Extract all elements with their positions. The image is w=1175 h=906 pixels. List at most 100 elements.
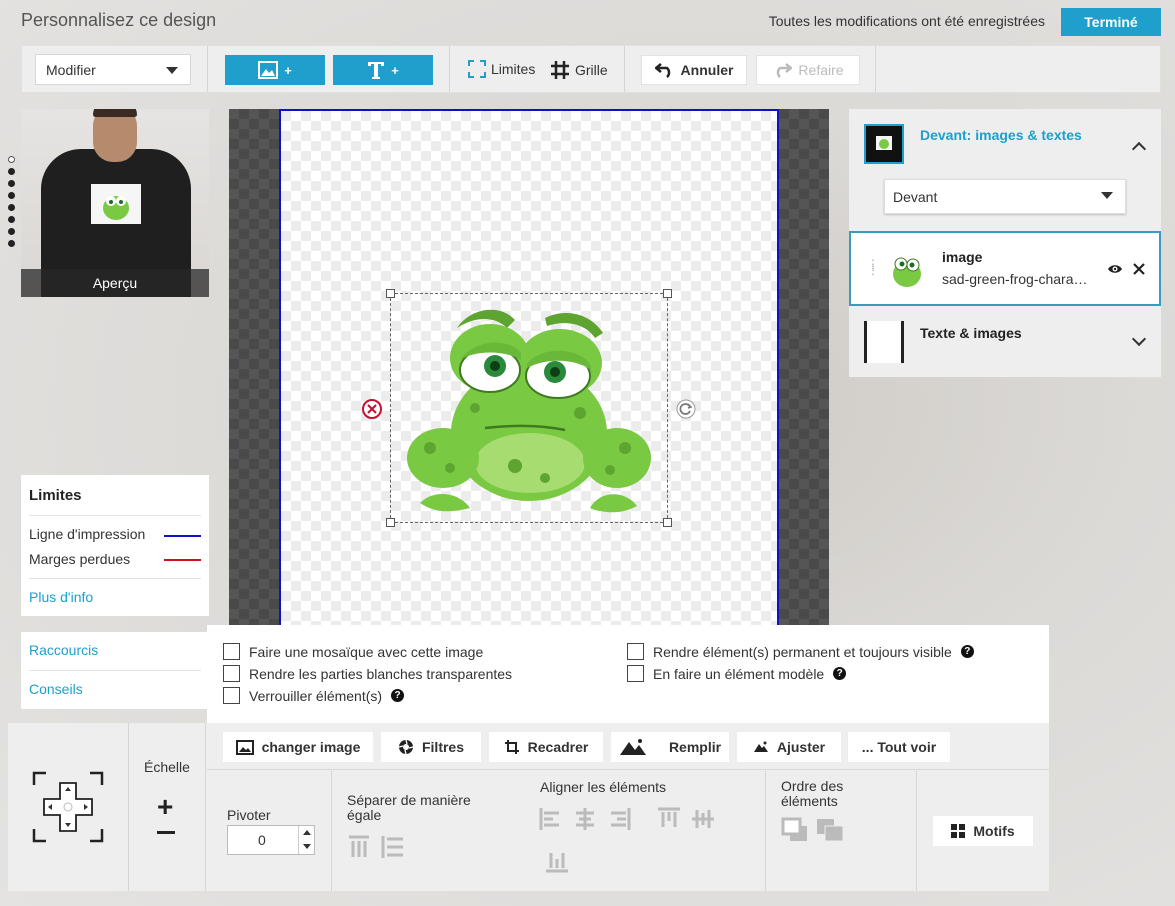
fill-button[interactable]: Remplir	[611, 732, 729, 762]
align-bottom-icon[interactable]	[545, 849, 569, 873]
redo-button[interactable]: Refaire	[756, 55, 860, 85]
motifs-button[interactable]: Motifs	[933, 816, 1033, 846]
distribute-horizontal-icon[interactable]	[348, 835, 370, 859]
layer-item-text-images[interactable]: Texte & images	[849, 312, 1161, 372]
rotate-label: Pivoter	[227, 807, 271, 823]
side-select-value: Devant	[893, 189, 938, 205]
eye-icon[interactable]	[1107, 263, 1123, 275]
distribute-label: Séparer de manière égale	[347, 792, 471, 823]
help-icon[interactable]: ?	[960, 645, 974, 658]
more-info-link[interactable]: Plus d'info	[29, 589, 93, 605]
rotate-value: 0	[258, 832, 266, 848]
permanent-label: Rendre élément(s) permanent et toujours …	[653, 643, 952, 660]
permanent-checkbox[interactable]	[627, 643, 644, 660]
layers-panel: Devant: images & textes Devant ⋮ ⋮ image …	[849, 109, 1161, 377]
add-text-button[interactable]: +	[333, 55, 433, 85]
change-image-button[interactable]: changer image	[223, 732, 373, 762]
add-text-plus: +	[391, 62, 399, 78]
rotate-input[interactable]: 0	[227, 825, 315, 855]
nudge-pad-icon[interactable]	[32, 771, 104, 843]
transparent-label: Rendre les parties blanches transparente…	[249, 665, 513, 682]
option-transparent[interactable]: Rendre les parties blanches transparente…	[223, 665, 512, 682]
preview-label: Aperçu	[21, 269, 209, 297]
help-icon[interactable]: ?	[833, 667, 847, 680]
pager-dot[interactable]	[8, 180, 15, 187]
rotate-handle-icon[interactable]	[676, 399, 696, 419]
limits-toggle[interactable]: Limites	[468, 60, 535, 78]
send-backward-icon[interactable]	[781, 817, 809, 843]
spin-down-icon[interactable]	[303, 844, 311, 849]
lock-checkbox[interactable]	[223, 687, 240, 704]
option-mosaic[interactable]: Faire une mosaïque avec cette image	[223, 643, 483, 660]
pager-dot[interactable]	[8, 168, 15, 175]
spin-up-icon[interactable]	[303, 830, 311, 835]
model-hair	[93, 109, 137, 117]
filters-label: Filtres	[421, 739, 464, 755]
chevron-down-icon[interactable]	[1131, 331, 1147, 347]
pager-dot[interactable]	[8, 228, 15, 235]
chevron-up-icon[interactable]	[1131, 141, 1147, 157]
spinner[interactable]	[298, 826, 314, 854]
delete-element-icon[interactable]	[362, 399, 382, 419]
image-icon	[235, 739, 254, 755]
fill-label: Remplir	[668, 739, 722, 755]
grid-toggle[interactable]: Grille	[550, 60, 608, 80]
resize-handle-sw[interactable]	[386, 518, 395, 527]
align-center-icon[interactable]	[573, 807, 597, 831]
undo-button[interactable]: Annuler	[641, 55, 747, 85]
caret-down-icon	[1101, 192, 1113, 199]
section-title[interactable]: Devant: images & textes	[920, 127, 1082, 143]
adjust-button[interactable]: Ajuster	[737, 732, 841, 762]
shortcuts-link[interactable]: Raccourcis	[29, 642, 98, 658]
filters-button[interactable]: Filtres	[381, 732, 481, 762]
scale-down-icon[interactable]	[157, 831, 175, 834]
option-permanent[interactable]: Rendre élément(s) permanent et toujours …	[627, 643, 974, 660]
pager-dot[interactable]	[8, 192, 15, 199]
align-top-icon[interactable]	[657, 807, 681, 831]
selection-box[interactable]	[386, 289, 672, 527]
help-icon[interactable]: ?	[391, 689, 405, 702]
option-template[interactable]: En faire un élément modèle ?	[627, 665, 847, 682]
print-line-swatch	[164, 535, 201, 537]
pager-dot[interactable]	[8, 240, 15, 247]
add-image-button[interactable]: +	[225, 55, 325, 85]
side-select[interactable]: Devant	[884, 179, 1126, 214]
see-all-label: ... Tout voir	[861, 739, 937, 755]
bring-forward-icon[interactable]	[815, 817, 845, 843]
divider	[331, 771, 332, 891]
drag-handle-icon[interactable]: ⋮ ⋮	[867, 258, 879, 276]
pager-dot[interactable]	[8, 204, 15, 211]
front-thumbnail[interactable]	[864, 124, 904, 164]
resize-handle-ne[interactable]	[663, 289, 672, 298]
scale-up-icon[interactable]: +	[157, 791, 173, 823]
crop-label: Recadrer	[527, 739, 589, 755]
resize-handle-se[interactable]	[663, 518, 672, 527]
close-icon[interactable]	[1133, 263, 1145, 275]
template-checkbox[interactable]	[627, 665, 644, 682]
divider	[29, 670, 201, 671]
divider	[207, 46, 208, 92]
align-middle-icon[interactable]	[691, 807, 715, 831]
done-button[interactable]: Terminé	[1061, 8, 1161, 36]
layer-item-image[interactable]: ⋮ ⋮ image sad-green-frog-charac...	[849, 231, 1161, 306]
align-right-icon[interactable]	[607, 807, 631, 831]
crop-button[interactable]: Recadrer	[489, 732, 603, 762]
pager-dot-active[interactable]	[8, 156, 15, 163]
bleed-swatch	[164, 559, 201, 561]
transparent-checkbox[interactable]	[223, 665, 240, 682]
limits-title: Limites	[29, 487, 82, 504]
adjust-label: Ajuster	[776, 739, 826, 755]
see-all-button[interactable]: ... Tout voir	[848, 732, 950, 762]
mosaic-checkbox[interactable]	[223, 643, 240, 660]
resize-handle-nw[interactable]	[386, 289, 395, 298]
divider	[875, 46, 876, 92]
mode-select[interactable]: Modifier	[35, 54, 191, 85]
pager-dot[interactable]	[8, 216, 15, 223]
align-left-icon[interactable]	[539, 807, 563, 831]
tips-link[interactable]: Conseils	[29, 681, 83, 697]
crop-icon	[504, 740, 519, 754]
product-preview[interactable]: Aperçu	[21, 109, 209, 297]
distribute-vertical-icon[interactable]	[381, 835, 405, 859]
divider	[205, 723, 206, 891]
option-lock[interactable]: Verrouiller élément(s) ?	[223, 687, 405, 704]
